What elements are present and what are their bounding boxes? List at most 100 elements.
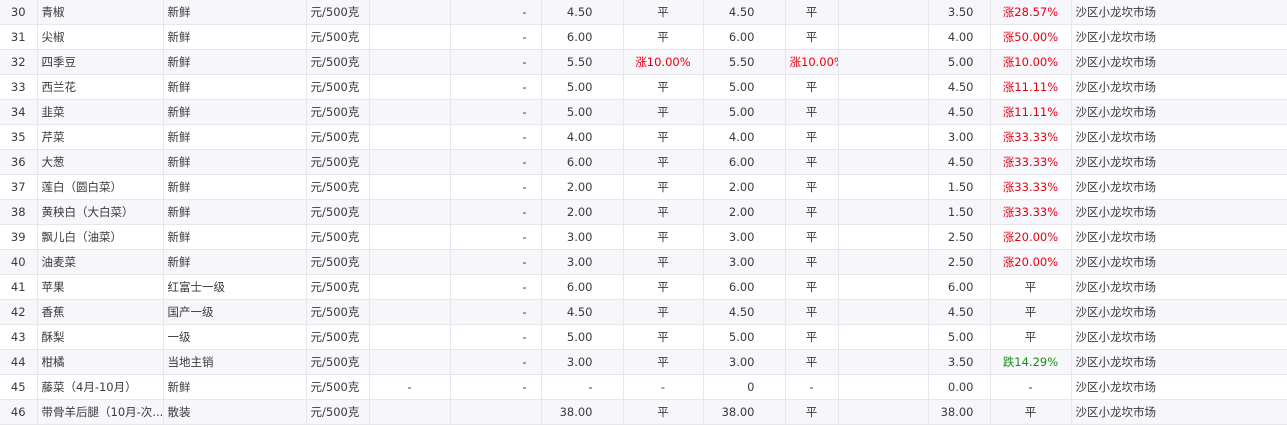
- table-row[interactable]: 41 苹果 红富士一级 元/500克 -6.00 平 6.00 平 6.00 平沙区小龙坎市场: [0, 274, 1287, 300]
- product-unit: 元/500克: [306, 299, 370, 325]
- product-spec: 新鲜: [163, 174, 307, 200]
- price-3: 4.50: [928, 74, 991, 100]
- table-row[interactable]: 42 香蕉 国产一级 元/500克 -4.50 平 4.50 平 4.50 平沙区小龙坎市场: [0, 299, 1287, 325]
- extra-cell: -: [450, 374, 542, 400]
- table-body: 30 青椒 新鲜 元/500克 -4.50 平 4.50 平 3.50 涨28.57% 沙区小龙坎市…: [0, 0, 1287, 425]
- price-3: 6.00: [928, 274, 991, 300]
- price-1: 3.00: [541, 224, 624, 250]
- product-spec: 新鲜: [163, 374, 307, 400]
- extra-cell: -: [450, 199, 542, 225]
- extra-cell: -: [450, 324, 542, 350]
- product-name: 韭菜: [37, 99, 164, 125]
- trend-1: 平: [623, 24, 704, 50]
- trend-2: 平: [785, 349, 839, 375]
- row-number: 42: [0, 299, 38, 325]
- product-unit: 元/500克: [306, 324, 370, 350]
- table-row[interactable]: 34 韭菜 新鲜 元/500克 -5.00 平 5.00 平 4.50 涨11.11% 沙区小龙坎市…: [0, 99, 1287, 125]
- table-row[interactable]: 44 柑橘 当地主销 元/500克 -3.00 平 3.00 平 3.50 跌14.29% 沙区小龙…: [0, 349, 1287, 375]
- product-spec: 新鲜: [163, 99, 307, 125]
- price-3: 1.50: [928, 199, 991, 225]
- price-3: 3.50: [928, 0, 991, 25]
- trend-3: 涨33.33%: [990, 199, 1072, 225]
- price-3: 3.50: [928, 349, 991, 375]
- price-3: 38.00: [928, 399, 991, 425]
- trend-3: 涨20.00%: [990, 224, 1072, 250]
- market-name: 沙区小龙坎市场: [1071, 74, 1287, 100]
- table-row[interactable]: 30 青椒 新鲜 元/500克 -4.50 平 4.50 平 3.50 涨28.57% 沙区小龙坎市…: [0, 0, 1287, 25]
- price-3: 5.00: [928, 324, 991, 350]
- product-spec: 国产一级: [163, 299, 307, 325]
- row-number: 38: [0, 199, 38, 225]
- market-name: 沙区小龙坎市场: [1071, 99, 1287, 125]
- price-3: 4.00: [928, 24, 991, 50]
- row-number: 37: [0, 174, 38, 200]
- trend-2: 平: [785, 174, 839, 200]
- table-row[interactable]: 39 飘儿白（油菜） 新鲜 元/500克 -3.00 平 3.00 平 2.50 涨20.00% 沙…: [0, 224, 1287, 250]
- row-number: 45: [0, 374, 38, 400]
- price-1: 4.00: [541, 124, 624, 150]
- row-number: 34: [0, 99, 38, 125]
- trend-3: 涨33.33%: [990, 149, 1072, 175]
- product-unit: 元/500克: [306, 149, 370, 175]
- extra-cell: [838, 399, 929, 425]
- table-row[interactable]: 36 大葱 新鲜 元/500克 -6.00 平 6.00 平 4.50 涨33.33% 沙区小龙坎市…: [0, 149, 1287, 175]
- product-unit: 元/500克: [306, 349, 370, 375]
- product-unit: 元/500克: [306, 399, 370, 425]
- product-unit: 元/500克: [306, 199, 370, 225]
- table-row[interactable]: 35 芹菜 新鲜 元/500克 -4.00 平 4.00 平 3.00 涨33.33% 沙区小龙坎市…: [0, 124, 1287, 150]
- product-spec: 新鲜: [163, 0, 307, 25]
- extra-cell: [838, 199, 929, 225]
- price-1: 38.00: [541, 399, 624, 425]
- trend-1: 平: [623, 174, 704, 200]
- product-name: 尖椒: [37, 24, 164, 50]
- extra-cell: [369, 74, 451, 100]
- table-row[interactable]: 40 油麦菜 新鲜 元/500克 -3.00 平 3.00 平 2.50 涨20.00% 沙区小龙坎…: [0, 249, 1287, 275]
- trend-3: 平: [990, 274, 1072, 300]
- product-spec: 新鲜: [163, 74, 307, 100]
- table-row[interactable]: 37 莲白（圆白菜） 新鲜 元/500克 -2.00 平 2.00 平 1.50 涨33.33% 沙…: [0, 174, 1287, 200]
- table-row[interactable]: 46 带骨羊后腿（10月-次... 散装 元/500克 38.00 平 38.00 平 38.0…: [0, 399, 1287, 425]
- product-spec: 散装: [163, 399, 307, 425]
- price-3: 2.50: [928, 224, 991, 250]
- trend-3: 跌14.29%: [990, 349, 1072, 375]
- table-row[interactable]: 33 西兰花 新鲜 元/500克 -5.00 平 5.00 平 4.50 涨11.11% 沙区小龙坎…: [0, 74, 1287, 100]
- price-2: 4.00: [703, 124, 786, 150]
- table-row[interactable]: 32四季豆新鲜元/500克-5.50涨10.00%5.50涨10.00%5.00…: [0, 49, 1287, 75]
- product-unit: 元/500克: [306, 49, 370, 75]
- row-number: 39: [0, 224, 38, 250]
- row-number: 44: [0, 349, 38, 375]
- table-row[interactable]: 45 藤菜（4月-10月） 新鲜 元/500克 - - - -0-0.00- 沙区小龙坎市场: [0, 374, 1287, 400]
- trend-1: -: [623, 374, 704, 400]
- row-number: 46: [0, 399, 38, 425]
- price-1: 6.00: [541, 24, 624, 50]
- price-2: 5.00: [703, 74, 786, 100]
- trend-1: 平: [623, 199, 704, 225]
- extra-cell: [838, 349, 929, 375]
- price-1: 6.00: [541, 149, 624, 175]
- price-1: 5.00: [541, 324, 624, 350]
- trend-1: 平: [623, 249, 704, 275]
- product-unit: 元/500克: [306, 74, 370, 100]
- extra-cell: -: [450, 124, 542, 150]
- table-row[interactable]: 43 酥梨 一级 元/500克 -5.00 平 5.00 平 5.00 平沙区小龙坎市场: [0, 324, 1287, 350]
- price-3: 4.50: [928, 99, 991, 125]
- price-2: 6.00: [703, 274, 786, 300]
- trend-1: 平: [623, 74, 704, 100]
- extra-cell: [838, 274, 929, 300]
- table-row[interactable]: 31 尖椒 新鲜 元/500克 -6.00 平 6.00 平 4.00 涨50.00% 沙区小龙坎市…: [0, 24, 1287, 50]
- row-number: 32: [0, 49, 38, 75]
- extra-cell: [369, 174, 451, 200]
- price-table: 30 青椒 新鲜 元/500克 -4.50 平 4.50 平 3.50 涨28.57% 沙区小龙坎市…: [0, 0, 1287, 425]
- market-name: 沙区小龙坎市场: [1071, 0, 1287, 25]
- trend-3: 涨11.11%: [990, 99, 1072, 125]
- trend-3: 涨20.00%: [990, 249, 1072, 275]
- extra-cell: [838, 0, 929, 25]
- product-name: 黄秧白（大白菜）: [37, 199, 164, 225]
- product-name: 带骨羊后腿（10月-次...: [37, 399, 164, 425]
- price-1: 4.50: [541, 299, 624, 325]
- extra-cell: -: [369, 374, 451, 400]
- price-1: 3.00: [541, 349, 624, 375]
- table-row[interactable]: 38 黄秧白（大白菜） 新鲜 元/500克 -2.00 平 2.00 平 1.50 涨33.33%…: [0, 199, 1287, 225]
- price-2: 5.50: [703, 49, 786, 75]
- extra-cell: [369, 0, 451, 25]
